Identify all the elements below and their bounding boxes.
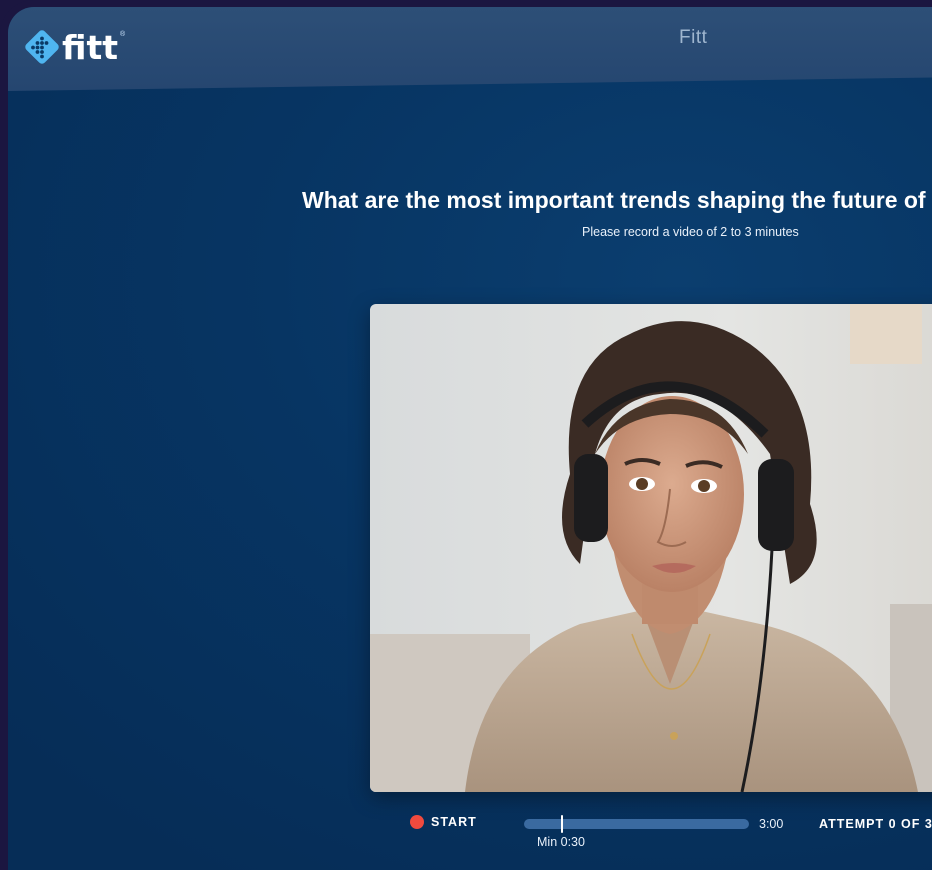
- start-recording-button[interactable]: START: [410, 815, 477, 829]
- minimum-duration-marker: [560, 815, 563, 833]
- brand-logo[interactable]: fitt ®: [24, 27, 125, 67]
- start-label: START: [431, 815, 477, 829]
- top-bar: [8, 7, 932, 91]
- question-heading: What are the most important trends shapi…: [302, 187, 932, 213]
- minimum-duration-label: Min 0:30: [537, 835, 585, 849]
- recording-instructions: Please record a video of 2 to 3 minutes: [582, 225, 799, 239]
- registered-mark: ®: [120, 31, 126, 38]
- recording-progress-track[interactable]: [524, 815, 749, 833]
- attempt-counter: ATTEMPT 0 OF 3: [819, 817, 932, 831]
- recording-controls: START Min 0:30 3:00 ATTEMPT 0 OF 3: [0, 806, 932, 856]
- logo-wordmark: fitt: [62, 27, 119, 67]
- webcam-preview: [370, 304, 932, 792]
- maximum-duration-label: 3:00: [759, 817, 784, 831]
- app-screen: fitt ® Fitt What are the most important …: [8, 7, 932, 870]
- device-frame: fitt ® Fitt What are the most important …: [0, 0, 932, 870]
- record-dot-icon: [410, 815, 424, 829]
- app-title: Fitt: [679, 27, 708, 48]
- webcam-feed-image: [370, 304, 932, 792]
- diamond-grid-icon: [25, 30, 59, 64]
